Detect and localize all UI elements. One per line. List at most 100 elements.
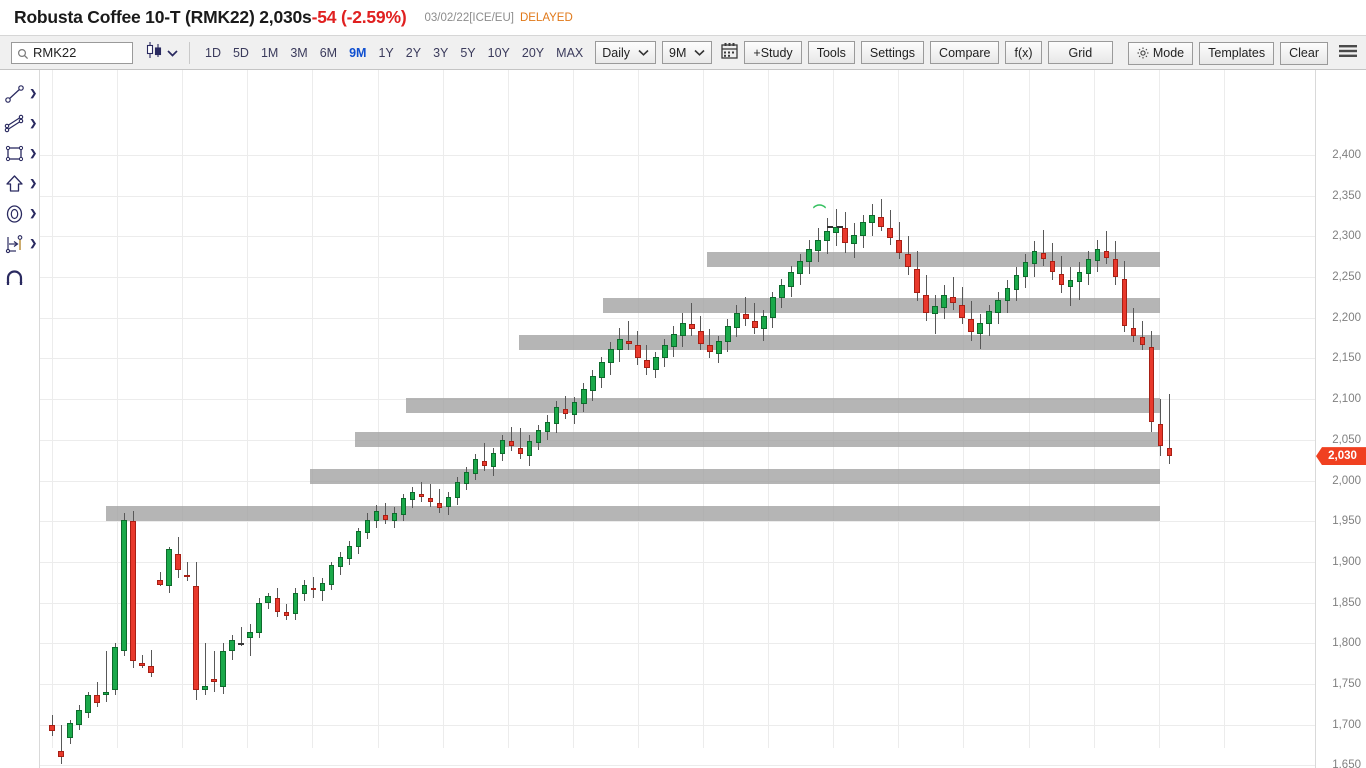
candle-down[interactable] [283, 612, 290, 616]
candle-up[interactable] [616, 338, 623, 351]
functions-button[interactable]: f(x) [1005, 41, 1042, 64]
candle-down[interactable] [905, 254, 911, 268]
candle-up[interactable] [229, 639, 236, 652]
candle-down[interactable] [427, 498, 434, 502]
candle-up[interactable] [112, 646, 118, 691]
candle-up[interactable] [571, 402, 578, 416]
candle-up[interactable] [580, 389, 587, 404]
candle-up[interactable] [445, 496, 452, 507]
candle-down[interactable] [968, 319, 975, 333]
candle-down[interactable] [481, 460, 488, 466]
candle-down[interactable] [842, 228, 848, 243]
candle-down[interactable] [139, 662, 145, 667]
mode-button[interactable]: Mode [1127, 41, 1194, 65]
candle-up[interactable] [400, 498, 407, 515]
candle-up[interactable] [337, 556, 344, 567]
candle-up[interactable] [85, 695, 91, 714]
candle-up[interactable] [553, 407, 560, 424]
candle-down[interactable] [508, 441, 515, 447]
candle-up[interactable] [671, 334, 677, 348]
candle-up[interactable] [680, 322, 686, 336]
candle-up[interactable] [256, 602, 263, 634]
candle-down[interactable] [58, 750, 64, 758]
candle-down[interactable] [950, 296, 956, 304]
candle-up[interactable] [76, 709, 82, 725]
arrow-annotation-tool[interactable]: ❯ [0, 169, 40, 199]
candle-up[interactable] [824, 231, 830, 242]
candle-down[interactable] [274, 597, 281, 613]
candle-down[interactable] [562, 408, 569, 414]
candle-up[interactable] [247, 631, 254, 639]
candle-up[interactable] [364, 519, 371, 533]
candle-down[interactable] [184, 574, 190, 577]
candle-down[interactable] [382, 514, 389, 520]
candle-down[interactable] [49, 724, 55, 732]
candle-up[interactable] [662, 345, 668, 359]
interval-dropdown[interactable]: Daily [595, 41, 657, 64]
candle-down[interactable] [635, 345, 641, 359]
candle-down[interactable] [1139, 337, 1146, 346]
candle-down[interactable] [1040, 252, 1047, 260]
candle-down[interactable] [1103, 251, 1110, 258]
compare-button[interactable]: Compare [930, 41, 1000, 64]
range-1y[interactable]: 1Y [372, 43, 399, 63]
candle-up[interactable] [535, 430, 542, 444]
candle-down[interactable] [1112, 259, 1119, 278]
range-3y[interactable]: 3Y [427, 43, 454, 63]
candle-down[interactable] [1058, 273, 1065, 286]
measure-tool[interactable]: ❯ [0, 229, 40, 259]
range-5d[interactable]: 5D [227, 43, 255, 63]
candle-down[interactable] [1157, 423, 1164, 447]
symbol-search[interactable] [11, 41, 133, 64]
candle-up[interactable] [869, 215, 875, 224]
templates-button[interactable]: Templates [1199, 41, 1275, 65]
candle-up[interactable] [265, 596, 272, 603]
candle-up[interactable] [734, 312, 740, 328]
candle-up[interactable] [238, 643, 245, 646]
candle-down[interactable] [157, 579, 163, 585]
candle-down[interactable] [923, 294, 929, 313]
candle-down[interactable] [94, 694, 100, 704]
candle-down[interactable] [1130, 327, 1137, 336]
candle-up[interactable] [779, 285, 785, 299]
candle-down[interactable] [887, 228, 893, 238]
support-resistance-band[interactable] [106, 505, 1160, 521]
range-5y[interactable]: 5Y [454, 43, 481, 63]
support-resistance-band[interactable] [406, 398, 1160, 414]
candle-up[interactable] [409, 491, 416, 501]
candle-down[interactable] [959, 304, 966, 318]
clear-button[interactable]: Clear [1280, 41, 1328, 65]
rectangle-tool[interactable]: ❯ [0, 139, 40, 169]
tools-button[interactable]: Tools [807, 41, 855, 64]
candle-down[interactable] [148, 666, 154, 673]
candle-down[interactable] [1148, 347, 1155, 422]
support-resistance-band[interactable] [310, 468, 1160, 484]
price-axis[interactable]: 2,400 2,350 2,300 2,250 2,200 2,150 2,100 2,050… [1315, 70, 1366, 768]
candle-up[interactable] [977, 322, 984, 335]
candle-up[interactable] [598, 361, 605, 378]
range-max[interactable]: MAX [550, 43, 589, 63]
magnet-tool[interactable] [0, 264, 40, 294]
candle-up[interactable] [328, 565, 335, 585]
candle-down[interactable] [517, 447, 524, 455]
candle-down[interactable] [1166, 447, 1173, 457]
price-chart-plot[interactable]: ⌒ [40, 70, 1315, 768]
candle-down[interactable] [689, 324, 695, 330]
range-9m[interactable]: 9M [343, 43, 372, 63]
candle-down[interactable] [436, 503, 443, 509]
range-10y[interactable]: 10Y [482, 43, 516, 63]
calendar-button[interactable] [721, 42, 739, 64]
range-20y[interactable]: 20Y [516, 43, 550, 63]
menu-button[interactable] [1338, 43, 1358, 64]
candle-up[interactable] [499, 439, 506, 455]
candle-down[interactable] [707, 345, 713, 352]
candle-up[interactable] [103, 692, 109, 696]
candle-up[interactable] [1085, 259, 1092, 274]
candle-up[interactable] [761, 316, 767, 330]
candle-down[interactable] [211, 679, 217, 683]
range-1m[interactable]: 1M [255, 43, 284, 63]
candle-up[interactable] [373, 511, 380, 522]
candle-down[interactable] [310, 587, 317, 590]
range-6m[interactable]: 6M [314, 43, 343, 63]
range-1d[interactable]: 1D [199, 43, 227, 63]
